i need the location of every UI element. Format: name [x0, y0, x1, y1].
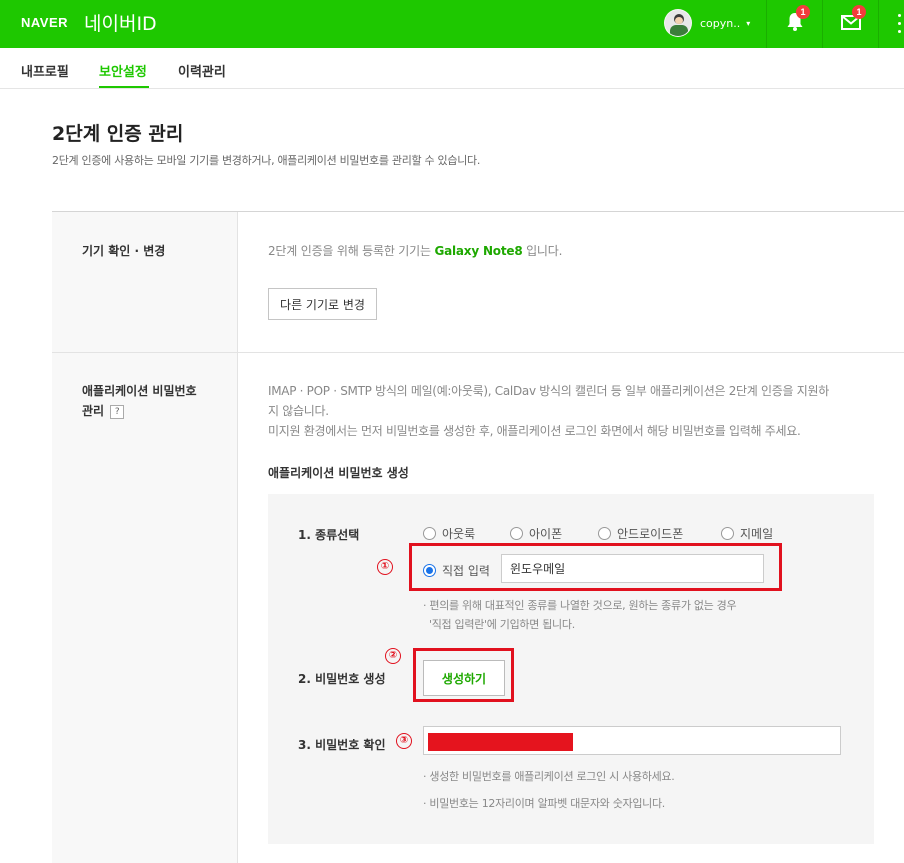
format-hint: · 비밀번호는 12자리이며 알파벳 대문자와 숫자입니다. [423, 797, 665, 810]
description-line: 미지원 환경에서는 먼저 비밀번호를 생성한 후, 애플리케이션 로그인 화면에… [268, 424, 801, 438]
annotation-box-1 [409, 543, 782, 591]
type-radio-android[interactable]: 안드로이드폰 [598, 525, 683, 542]
chevron-down-icon: ▾ [746, 18, 751, 28]
app-password-label-line2: 관리 [82, 404, 105, 418]
tab-history[interactable]: 이력관리 [178, 61, 226, 80]
generation-section-title: 애플리케이션 비밀번호 생성 [268, 466, 409, 480]
tab-bar: 내프로필 보안설정 이력관리 [0, 48, 904, 89]
page-description: 2단계 인증에 사용하는 모바일 기기를 변경하거나, 애플리케이션 비밀번호를… [52, 154, 481, 167]
app-password-label-line1: 애플리케이션 비밀번호 [82, 384, 197, 398]
type-radio-gmail[interactable]: 지메일 [721, 525, 773, 542]
description-line: 지 않습니다. [268, 404, 329, 418]
divider [237, 212, 238, 863]
more-icon[interactable] [895, 14, 904, 36]
active-tab-indicator [99, 86, 149, 88]
radio-icon [423, 527, 436, 540]
usage-hint: · 생성한 비밀번호를 애플리케이션 로그인 시 사용하세요. [423, 770, 675, 783]
tab-security-settings[interactable]: 보안설정 [99, 61, 147, 80]
page-title: 2단계 인증 관리 [52, 123, 184, 145]
app-password-description: IMAP · POP · SMTP 방식의 메일(예:아웃룩), CalDav … [268, 381, 878, 441]
type-label: 지메일 [740, 527, 774, 541]
type-label: 아이폰 [529, 527, 563, 541]
annotation-marker-3: ③ [396, 733, 412, 749]
step1-label: 1. 종류선택 [298, 528, 360, 542]
top-bar: NAVER 네이버ID copyn.. ▾ 1 1 [0, 0, 904, 48]
step2-label: 2. 비밀번호 생성 [298, 672, 386, 686]
type-label: 아웃룩 [442, 527, 476, 541]
username: copyn.. [700, 16, 741, 30]
change-device-button[interactable]: 다른 기기로 변경 [268, 288, 377, 320]
app-password-row-label: 애플리케이션 비밀번호 관리 ? [82, 381, 197, 421]
avatar [664, 9, 692, 37]
notification-count-badge: 1 [796, 5, 810, 19]
divider [52, 352, 904, 353]
device-text-before: 2단계 인증을 위해 등록한 기기는 [268, 244, 431, 258]
description-line: IMAP · POP · SMTP 방식의 메일(예:아웃룩), CalDav … [268, 384, 829, 398]
redacted-password [428, 733, 573, 751]
tab-my-profile[interactable]: 내프로필 [21, 61, 69, 80]
help-icon[interactable]: ? [110, 404, 125, 419]
radio-icon [510, 527, 523, 540]
divider [878, 0, 879, 48]
type-radio-outlook[interactable]: 아웃룩 [423, 525, 475, 542]
mail-button[interactable]: 1 [823, 0, 879, 48]
service-title[interactable]: 네이버ID [84, 9, 157, 36]
device-name: Galaxy Note8 [434, 244, 523, 258]
mail-count-badge: 1 [852, 5, 866, 19]
radio-icon [721, 527, 734, 540]
type-label: 안드로이드폰 [617, 527, 684, 541]
naver-logo[interactable]: NAVER [21, 15, 68, 30]
hint-line: '직접 입력란'에 기입하면 됩니다. [429, 618, 575, 631]
hint-line: · 편의를 위해 대표적인 종류를 나열한 것으로, 원하는 종류가 없는 경우 [423, 599, 737, 612]
device-row-label: 기기 확인 · 변경 [82, 244, 166, 258]
type-radio-iphone[interactable]: 아이폰 [510, 525, 562, 542]
notification-button[interactable]: 1 [767, 0, 823, 48]
step3-label: 3. 비밀번호 확인 [298, 738, 386, 752]
annotation-marker-2: ② [385, 648, 401, 664]
label-column [52, 212, 237, 863]
profile-menu[interactable]: copyn.. ▾ [664, 8, 750, 38]
type-hint: · 편의를 위해 대표적인 종류를 나열한 것으로, 원하는 종류가 없는 경우… [423, 596, 737, 634]
device-text-after: 입니다. [526, 244, 563, 258]
divider [52, 211, 904, 212]
annotation-box-2 [413, 648, 514, 702]
annotation-marker-1: ① [377, 559, 393, 575]
radio-icon [598, 527, 611, 540]
device-info: 2단계 인증을 위해 등록한 기기는 Galaxy Note8 입니다. [268, 242, 562, 259]
